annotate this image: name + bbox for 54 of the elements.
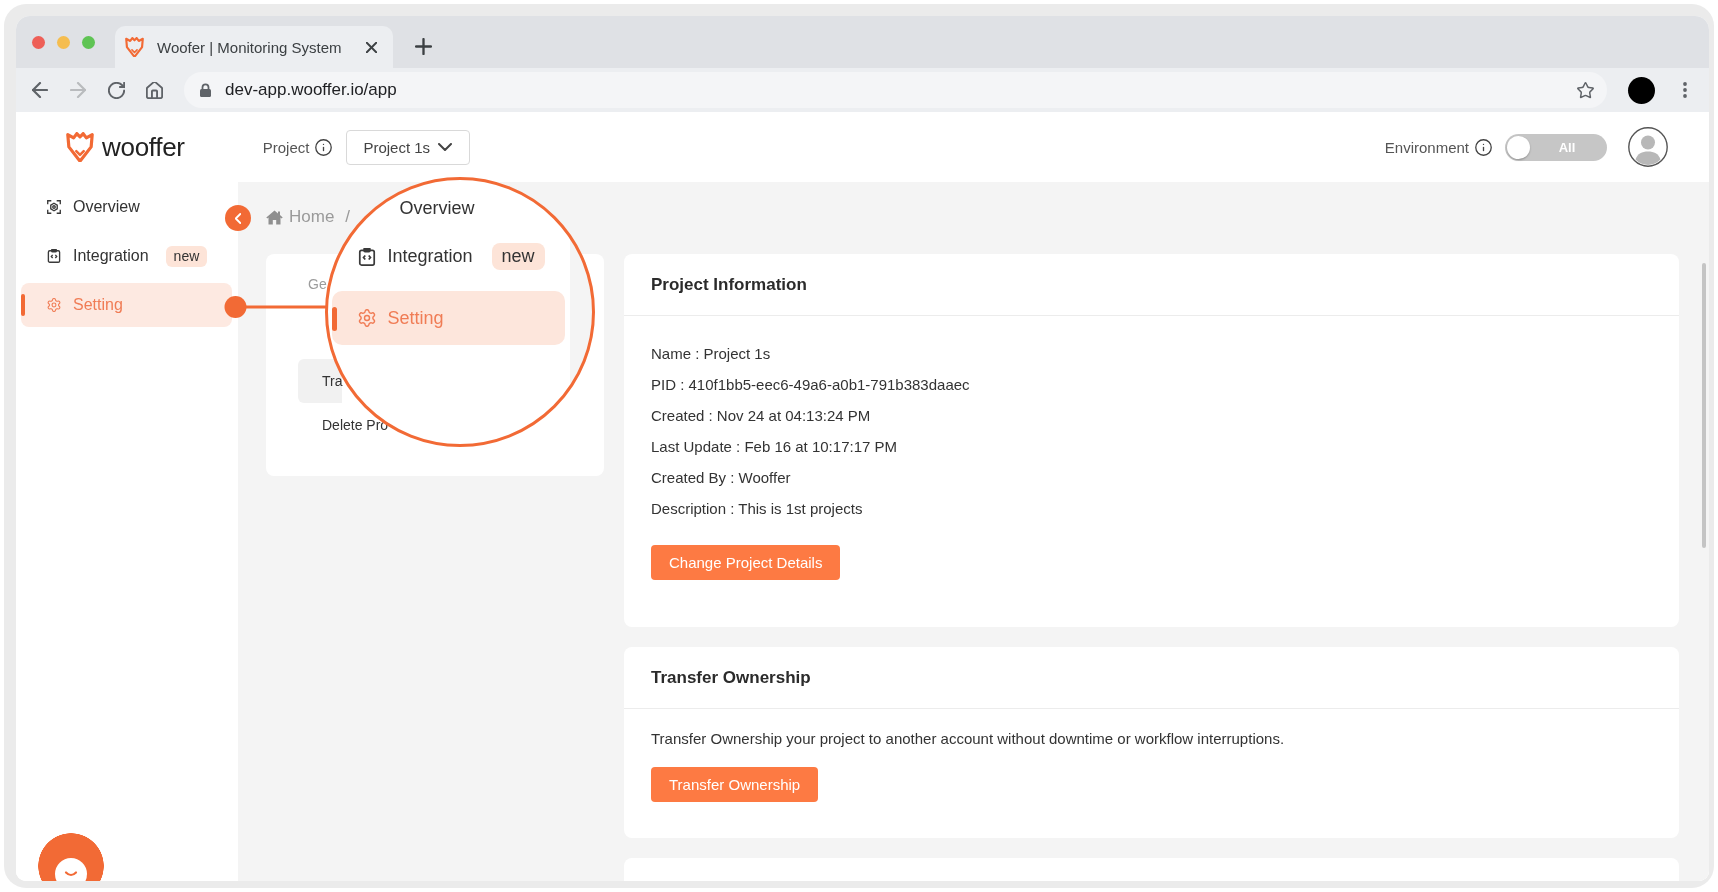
project-detail-text: Name : Project 1s [651, 344, 771, 364]
info-icon[interactable] [1475, 138, 1492, 156]
home-icon [266, 209, 283, 225]
dog-head-icon [125, 36, 144, 58]
card-title: Project Information [624, 254, 1679, 316]
item-badge: new [165, 245, 208, 267]
profile-button[interactable] [1628, 76, 1655, 104]
project-detail-text: Created : Nov 24 at 04:13:24 PM [651, 406, 871, 426]
card-description: Transfer Ownership your project to another account without downtime or workflow interruptions. [651, 729, 1285, 749]
star-icon [1576, 81, 1594, 99]
lock-icon [200, 83, 211, 97]
settings-icon [357, 309, 376, 327]
sidebar-item[interactable]: Integration new [21, 234, 223, 278]
bookmark-button[interactable] [1575, 80, 1595, 100]
magnified-sidebar-item: Setting [331, 291, 565, 345]
sidebar-item[interactable]: Overview [21, 185, 223, 229]
info-icon[interactable] [315, 138, 333, 156]
scrollbar-thumb[interactable] [1702, 263, 1706, 548]
close-icon [366, 41, 377, 53]
environment-label: Environment [1384, 138, 1469, 156]
chevron-left-icon [235, 212, 241, 224]
close-window-button[interactable] [32, 35, 45, 49]
browser-tab[interactable]: Woofer | Monitoring System [115, 26, 393, 68]
code-clipboard-icon [357, 247, 376, 266]
settings-menu-heading: Ge [308, 275, 327, 294]
card-title: Transfer Ownership [624, 647, 1679, 709]
avatar-icon[interactable] [1628, 127, 1668, 167]
chevron-down-icon [438, 143, 453, 151]
project-detail-text: Description : This is 1st projects [651, 499, 863, 519]
tab-close-button[interactable] [365, 40, 378, 54]
dog-head-logo-icon [66, 131, 94, 163]
project-detail-text: PID : 410f1bb5-eec6-49a6-a0b1-791b383daaec [651, 375, 970, 395]
settings-menu-item[interactable]: Tra [298, 359, 343, 403]
code-clipboard-icon [47, 249, 61, 263]
project-label: Project [262, 138, 310, 156]
brand-name: wooffer [102, 131, 185, 163]
new-tab-button[interactable] [414, 37, 432, 55]
project-detail-text: Last Update : Feb 16 at 10:17:17 PM [651, 437, 897, 457]
arrow-right-icon [70, 82, 86, 98]
breadcrumb-separator: / [345, 207, 351, 227]
address-bar[interactable]: dev-app.wooffer.io/app [184, 72, 1607, 108]
home-icon [145, 81, 163, 99]
reload-icon [107, 81, 125, 99]
settings-icon [47, 298, 61, 312]
more-vertical-icon [1683, 82, 1687, 98]
magnified-sidebar-item: Overview [399, 197, 475, 220]
project-select[interactable]: Project 1s [346, 129, 471, 165]
plus-icon [414, 37, 432, 55]
magnified-sidebar-item: Integration new [357, 243, 545, 270]
scan-cube-icon [47, 200, 61, 214]
url-text: dev-app.wooffer.io/app [225, 80, 398, 100]
project-detail-text: Created By : Wooffer [651, 468, 791, 488]
item-badge: new [491, 243, 545, 270]
chat-launcher-button[interactable] [38, 833, 104, 881]
